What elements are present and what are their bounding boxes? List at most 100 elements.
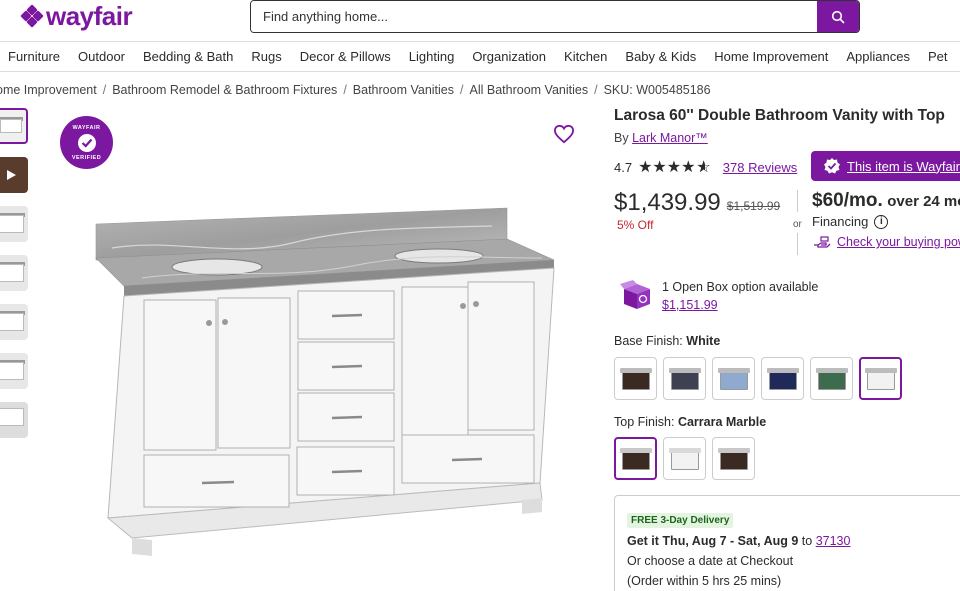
wayfair-logo-icon [20,4,44,28]
breadcrumb-separator: / [343,83,347,97]
thumbnail-3[interactable] [0,206,28,242]
nav-item-furniture[interactable]: Furniture [0,49,69,64]
base-finish-label: Base Finish: White [614,334,720,348]
free-delivery-badge: FREE 3-Day Delivery [627,513,734,528]
base-swatch-5[interactable] [810,357,853,400]
wayfair-logo[interactable]: wayfair [20,1,133,31]
base-swatch-3[interactable] [712,357,755,400]
thumbnail-1[interactable] [0,108,28,144]
favorite-heart-icon[interactable] [553,124,575,144]
product-image[interactable] [52,108,597,578]
breadcrumb-separator: / [102,83,107,97]
vanity-thumbnail-icon [668,447,701,470]
badge-line-1: WAYFAIR [72,124,101,131]
financing-label: Financing [812,214,869,229]
monthly-payment: $60/mo. over 24 mo [812,190,960,212]
vanity-thumbnail-icon [619,367,652,390]
vanity-thumbnail-icon [864,367,897,390]
price-row: $1,439.99 $1,519.99 [614,189,780,217]
buying-power-link[interactable]: Check your buying pow [813,235,960,249]
thumbnail-6[interactable] [0,353,28,389]
thumbnail-video[interactable] [0,157,28,193]
zip-code-link[interactable]: 37130 [816,534,851,548]
top-finish-swatches [614,437,755,480]
top-finish-label: Top Finish: Carrara Marble [614,415,766,429]
vanity-thumbnail-icon [619,447,652,470]
top-swatch-3[interactable] [712,437,755,480]
top-swatch-1[interactable] [614,437,657,480]
breadcrumb-separator: / [460,83,464,97]
verified-label: This item is Wayfair V [847,158,960,174]
nav-item-lighting[interactable]: Lighting [400,49,464,64]
product-brand-line: By Lark Manor™ [614,131,708,145]
open-box-option: 1 Open Box option available $1,151.99 [620,278,818,314]
thumbnail-list [0,108,30,451]
delivery-date: Get it Thu, Aug 7 - Sat, Aug 9 [627,534,799,548]
thumbnail-4[interactable] [0,255,28,291]
delivery-date-line: Get it Thu, Aug 7 - Sat, Aug 9 to 37130 [627,534,960,548]
by-label: By [614,131,629,145]
base-swatch-2[interactable] [663,357,706,400]
vanity-thumbnail-icon [717,367,750,390]
nav-item-decor-pillows[interactable]: Decor & Pillows [291,49,400,64]
monthly-term: over 24 mo [887,193,960,210]
open-box-label: 1 Open Box option available [662,280,819,294]
or-label: or [793,219,802,230]
breadcrumb-item[interactable]: Bathroom Remodel & Bathroom Fixtures [112,83,337,97]
nav-item-baby-kids[interactable]: Baby & Kids [616,49,705,64]
logo-text: wayfair [46,1,133,31]
nav-item-bedding-bath[interactable]: Bedding & Bath [134,49,242,64]
play-icon [7,170,16,180]
search-button[interactable] [817,1,859,32]
check-badge-icon [77,133,96,152]
breadcrumb-item: SKU: W005485186 [603,83,711,97]
divider [797,190,798,212]
wayfair-verified-link[interactable]: This item is Wayfair V [811,151,960,181]
brand-link[interactable]: Lark Manor™ [632,131,708,145]
breadcrumb-item[interactable]: Bathroom Vanities [353,83,454,97]
breadcrumb: ome Improvement / Bathroom Remodel & Bathr… [0,83,711,97]
nav-item-appliances[interactable]: Appliances [837,49,919,64]
rating-stars-icon: ★★★★ ☆ ★ [638,159,711,176]
category-nav: Furniture Outdoor Bedding & Bath Rugs Decor … [0,41,960,72]
thumbnail-5[interactable] [0,304,28,340]
vanity-thumbnail-icon [766,367,799,390]
nav-item-rugs[interactable]: Rugs [242,49,290,64]
hand-money-icon [814,236,831,248]
nav-item-outdoor[interactable]: Outdoor [69,49,134,64]
base-swatch-6[interactable] [859,357,902,400]
product-title: Larosa 60'' Double Bathroom Vanity with … [614,107,945,124]
base-swatch-1[interactable] [614,357,657,400]
nav-item-pet[interactable]: Pet [919,49,957,64]
verified-check-icon [824,158,840,174]
reviews-link[interactable]: 378 Reviews [723,160,797,175]
current-price: $1,439.99 [614,189,721,216]
search-bar [250,0,860,33]
vanity-thumbnail-icon [668,367,701,390]
thumbnail-7[interactable] [0,402,28,438]
wayfair-verified-badge: WAYFAIR VERIFIED [60,116,113,169]
open-box-price-link[interactable]: $1,151.99 [662,298,718,312]
choose-date-line: Or choose a date at Checkout [627,554,794,568]
top-finish-value: Carrara Marble [677,415,767,429]
nav-item-kitchen[interactable]: Kitchen [555,49,616,64]
breadcrumb-separator: / [594,83,598,97]
nav-item-organization[interactable]: Organization [463,49,555,64]
rating-row: 4.7 ★★★★ ☆ ★ 378 Reviews [614,157,797,177]
divider [797,233,798,255]
breadcrumb-item[interactable]: All Bathroom Vanities [470,83,589,97]
financing-row: Financing i [812,214,889,229]
base-finish-swatches [614,357,902,400]
nav-item-home-improvement[interactable]: Home Improvement [705,49,837,64]
delivery-to-label: to [801,534,813,548]
base-swatch-4[interactable] [761,357,804,400]
monthly-amount: $60/mo. [812,190,883,211]
info-icon[interactable]: i [874,214,889,229]
search-input[interactable] [251,1,817,32]
badge-line-2: VERIFIED [71,154,102,161]
open-box-icon [620,280,650,309]
original-price: $1,519.99 [726,199,781,213]
nav-item-holi[interactable]: Holi [957,49,960,64]
top-swatch-2[interactable] [663,437,706,480]
breadcrumb-item[interactable]: ome Improvement [0,83,97,97]
